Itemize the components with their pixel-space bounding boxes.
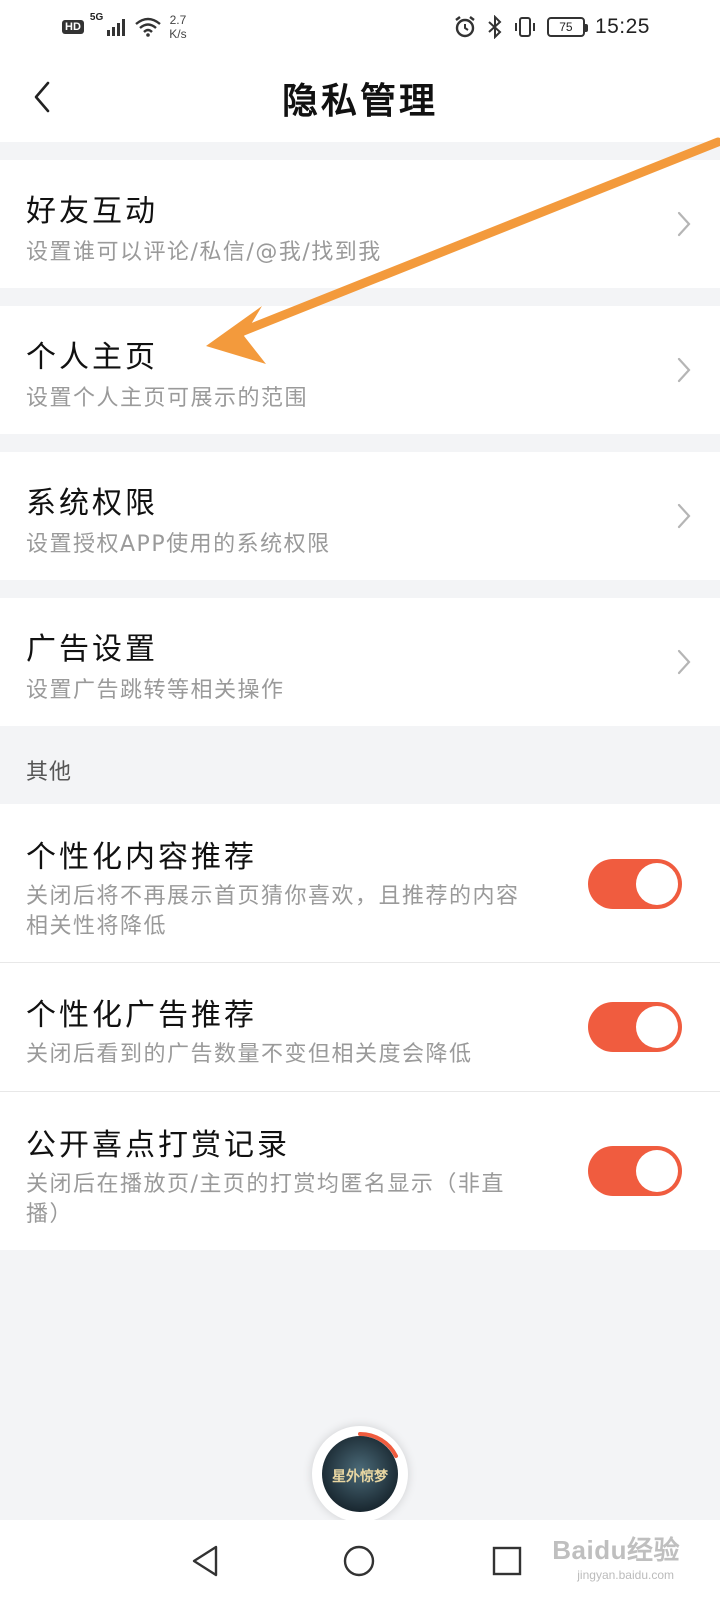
- section-label-other: 其他: [26, 760, 73, 785]
- menu-item-subtitle: 设置个人主页可展示的范围: [26, 386, 309, 411]
- personalized-content-toggle[interactable]: [588, 859, 682, 909]
- menu-item-title: 广告设置: [26, 632, 158, 667]
- menu-item-system-permissions[interactable]: 系统权限 设置授权APP使用的系统权限: [0, 452, 720, 580]
- network-type-label: 5G: [89, 12, 104, 23]
- toggle-row-description: 关闭后在播放页/主页的打赏均匿名显示（非直: [26, 1172, 505, 1197]
- cellular-signal-icon: [107, 19, 126, 36]
- menu-item-personal-homepage[interactable]: 个人主页 设置个人主页可展示的范围: [0, 306, 720, 434]
- system-home-button[interactable]: [334, 1536, 384, 1586]
- album-cover: 星外惊梦: [322, 1436, 398, 1512]
- status-bar: HD 5G 2.7 K/s 75 15:25: [0, 0, 720, 52]
- toggle-row-title: 公开喜点打赏记录: [26, 1128, 290, 1163]
- toggle-row-description-continued: 播）: [26, 1202, 74, 1227]
- hd-badge: HD: [62, 20, 84, 34]
- network-speed-value: 2.7: [169, 13, 187, 27]
- square-recents-icon: [492, 1546, 522, 1576]
- floating-player-button[interactable]: 星外惊梦: [312, 1426, 408, 1522]
- toggle-row-description: 关闭后将不再展示首页猜你喜欢，且推荐的内容: [26, 884, 520, 909]
- toggle-row-title: 个性化广告推荐: [26, 998, 257, 1033]
- chevron-right-icon: [677, 357, 691, 383]
- triangle-back-icon: [192, 1545, 218, 1577]
- chevron-right-icon: [677, 649, 691, 675]
- status-left: HD 5G 2.7 K/s: [62, 10, 187, 44]
- network-speed: 2.7 K/s: [169, 13, 186, 41]
- row-divider: [0, 962, 720, 963]
- menu-item-title: 系统权限: [26, 486, 158, 521]
- alarm-icon: [455, 16, 475, 38]
- baidu-jingyan-watermark-url: jingyan.baidu.com: [577, 1568, 674, 1582]
- wifi-icon: [135, 17, 162, 37]
- network-speed-unit: K/s: [169, 27, 187, 41]
- toggle-row-title: 个性化内容推荐: [26, 840, 257, 875]
- album-cover-title: 星外惊梦: [332, 1469, 388, 1485]
- toggle-settings-group: 个性化内容推荐 关闭后将不再展示首页猜你喜欢，且推荐的内容 相关性将降低 个性化…: [0, 804, 720, 1250]
- status-right: 75 15:25: [453, 10, 650, 44]
- menu-item-subtitle: 设置广告跳转等相关操作: [26, 678, 285, 703]
- personalized-ads-toggle[interactable]: [588, 1002, 682, 1052]
- toggle-knob: [636, 863, 678, 905]
- chevron-right-icon: [677, 211, 691, 237]
- system-back-button[interactable]: [180, 1536, 230, 1586]
- baidu-jingyan-watermark: Baidu经验: [552, 1535, 680, 1565]
- top-navigation-bar: 隐私管理: [0, 52, 720, 142]
- toggle-row-description: 关闭后看到的广告数量不变但相关度会降低: [26, 1042, 473, 1067]
- system-recents-button[interactable]: [482, 1536, 532, 1586]
- battery-indicator: 75: [546, 17, 588, 37]
- menu-item-title: 个人主页: [26, 340, 158, 375]
- menu-item-ad-settings[interactable]: 广告设置 设置广告跳转等相关操作: [0, 598, 720, 726]
- menu-item-friend-interaction[interactable]: 好友互动 设置谁可以评论/私信/@我/找到我: [0, 160, 720, 288]
- menu-item-subtitle: 设置谁可以评论/私信/@我/找到我: [26, 240, 382, 265]
- public-tip-record-toggle[interactable]: [588, 1146, 682, 1196]
- status-time: 15:25: [594, 15, 650, 38]
- circle-home-icon: [343, 1545, 375, 1577]
- menu-item-subtitle: 设置授权APP使用的系统权限: [26, 532, 331, 557]
- menu-item-title: 好友互动: [26, 194, 158, 229]
- vibrate-icon: [514, 17, 535, 37]
- toggle-knob: [636, 1150, 678, 1192]
- chevron-right-icon: [677, 503, 691, 529]
- row-divider: [0, 1091, 720, 1092]
- toggle-knob: [636, 1006, 678, 1048]
- bluetooth-icon: [488, 15, 502, 39]
- page-title: 隐私管理: [281, 81, 438, 122]
- toggle-row-description-continued: 相关性将降低: [26, 914, 168, 939]
